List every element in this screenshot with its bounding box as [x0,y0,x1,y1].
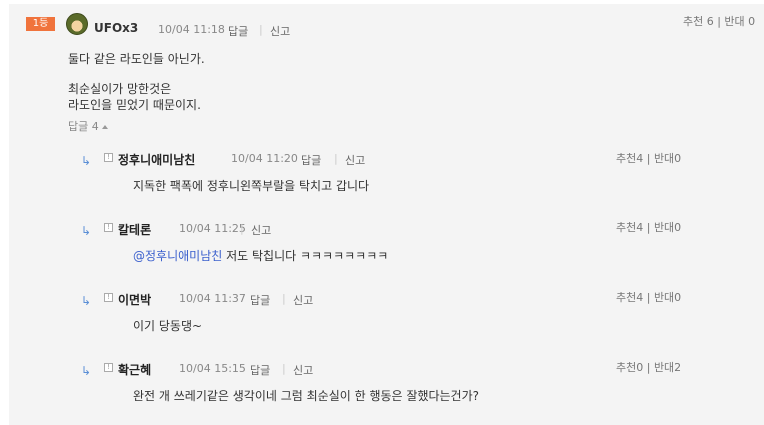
mention-link[interactable]: @정후니애미남친 [133,249,222,263]
reply-reply-button[interactable]: 답글 [250,362,270,378]
comment-username[interactable]: UFOx3 [94,21,138,35]
caret-up-icon [101,125,108,129]
reply-username[interactable]: 확근혜 [118,361,151,378]
reply-time: 10/04 11:25 [179,222,246,235]
report-icon[interactable]: ! [104,223,113,232]
divider: | [282,292,286,305]
divider: | [334,152,338,165]
reply-votes[interactable]: 추천4 | 반대0 [616,150,681,166]
reply-votes[interactable]: 추천4 | 반대0 [616,219,681,235]
reply-votes[interactable]: 추천0 | 반대2 [616,359,681,375]
reply-time: 10/04 11:20 [231,152,298,165]
report-icon[interactable]: ! [104,153,113,162]
reply-arrow-icon: ↳ [81,224,92,238]
replies-toggle-label: 답글 [68,120,89,133]
reply-report-button[interactable]: 신고 [293,362,313,378]
reply-arrow-icon: ↳ [81,364,92,378]
reply-username[interactable]: 정후니애미남친 [118,151,195,168]
rank-badge: 1등 [26,17,55,31]
comment-text-line2: 최순실이가 망한것은 [68,82,172,96]
report-icon[interactable]: ! [104,363,113,372]
reply-report-button[interactable]: 신고 [251,222,271,238]
reply-text: 이기 당동댕~ [133,319,203,333]
reply-reply-button[interactable]: 답글 [301,152,321,168]
reply-text-wrapper: @정후니애미남친 저도 탁칩니다 ㅋㅋㅋㅋㅋㅋㅋㅋ [133,247,388,264]
divider: | [240,222,244,235]
replies-count: 4 [91,120,99,133]
reply-button[interactable]: 답글 [228,23,248,39]
replies-toggle[interactable]: 답글 4 [68,118,108,134]
reply-reply-button[interactable]: 답글 [250,292,270,308]
reply-arrow-icon: ↳ [81,154,92,168]
reply-report-button[interactable]: 신고 [345,152,365,168]
divider: | [282,362,286,375]
reply-time: 10/04 11:37 [179,292,246,305]
comment-text-line1: 둘다 같은 라도인들 아닌가. [68,52,205,66]
avatar-icon[interactable] [66,13,88,35]
divider: | [259,23,263,36]
reply-text: 저도 탁칩니다 ㅋㅋㅋㅋㅋㅋㅋㅋ [226,249,389,263]
reply-username[interactable]: 칼테론 [118,221,151,238]
report-icon[interactable]: ! [104,293,113,302]
reply-votes[interactable]: 추천4 | 반대0 [616,289,681,305]
reply-time: 10/04 15:15 [179,362,246,375]
comment-time: 10/04 11:18 [158,23,225,36]
reply-arrow-icon: ↳ [81,294,92,308]
comment-votes[interactable]: 추천 6 | 반대 0 [683,13,755,29]
reply-text: 완전 개 쓰레기같은 생각이네 그럼 최순실이 한 행동은 잘했다는건가? [133,389,480,403]
reply-username[interactable]: 이면박 [118,291,151,308]
report-button[interactable]: 신고 [270,23,290,39]
comment-text-line3: 라도인을 믿었기 때문이지. [68,98,201,112]
reply-text: 지독한 팩폭에 정후니왼쪽부랄을 탁치고 갑니다 [133,179,370,193]
reply-report-button[interactable]: 신고 [293,292,313,308]
